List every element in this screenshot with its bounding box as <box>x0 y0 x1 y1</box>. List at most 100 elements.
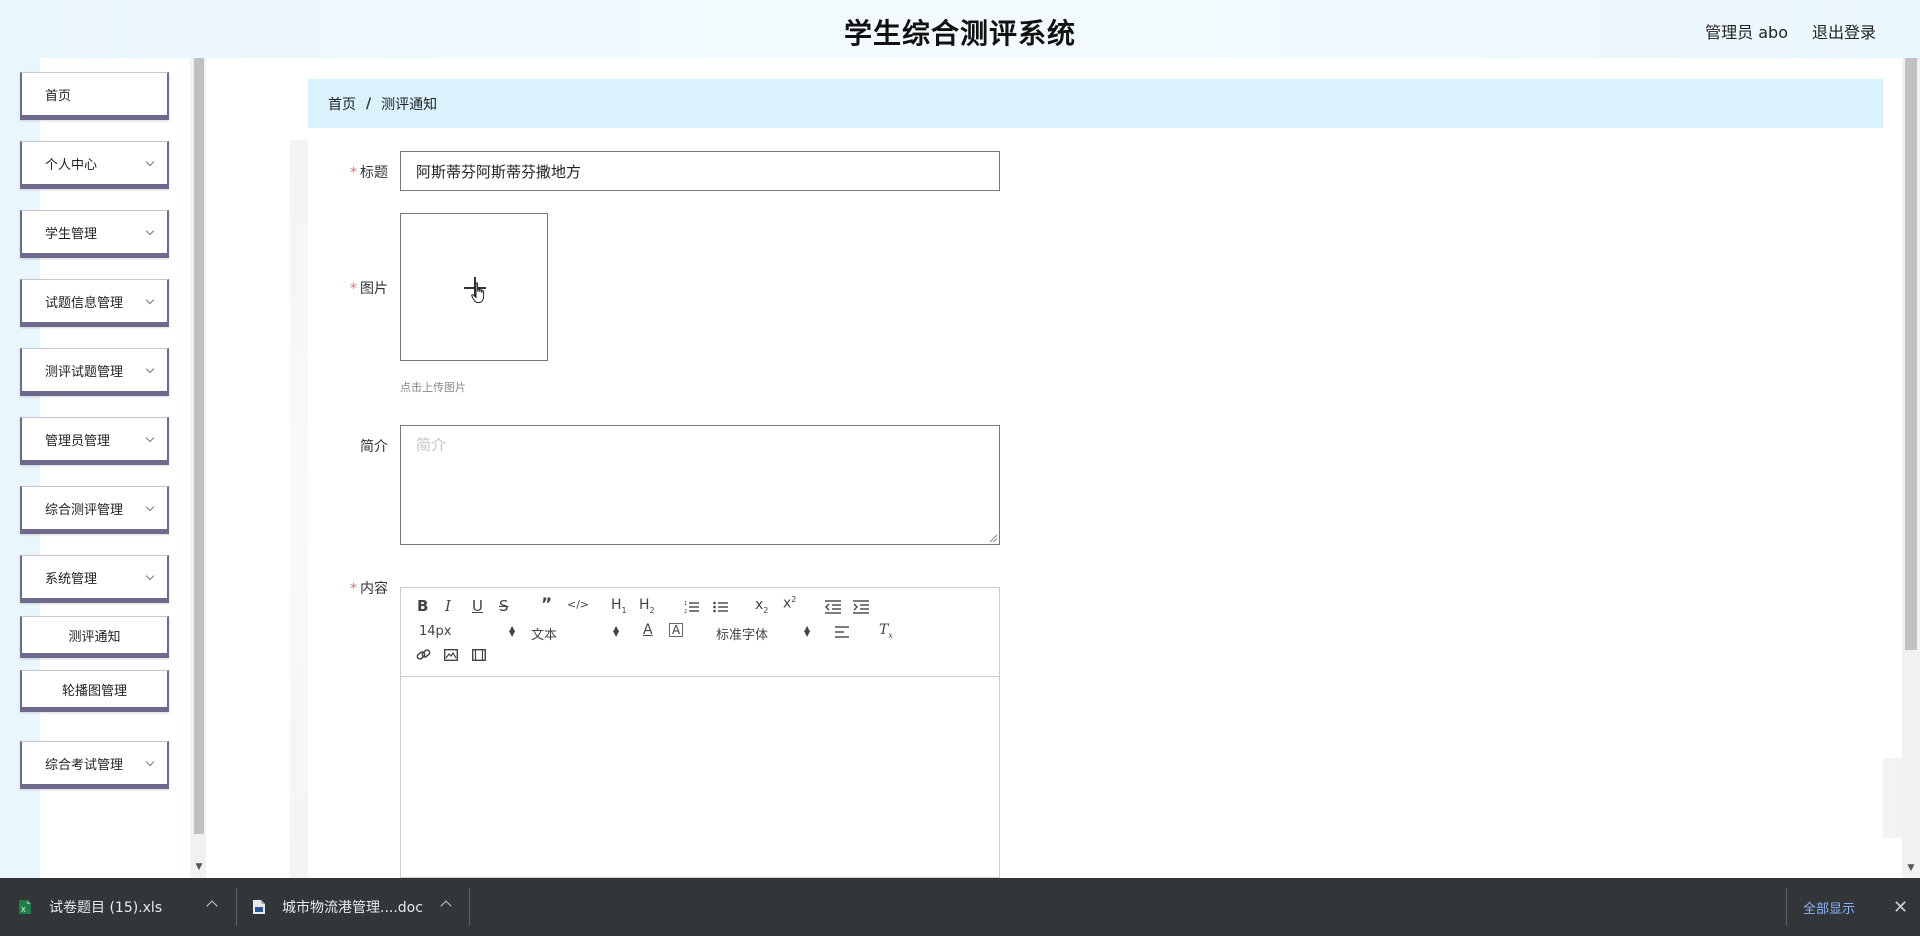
clear-format-icon[interactable]: Tx <box>879 622 893 640</box>
logout-link[interactable]: 退出登录 <box>1812 19 1876 43</box>
font-family-select[interactable]: 标准字体 ▲ ▼ <box>716 624 816 644</box>
intro-label: 简介 <box>308 436 388 456</box>
italic-icon[interactable]: I <box>445 597 451 615</box>
header-select-value: 文本 <box>531 628 558 643</box>
download-divider <box>1786 888 1787 926</box>
sidebar-item-evaluation-question-management[interactable]: 测评试题管理 <box>20 348 169 396</box>
header-select[interactable]: 文本 ▲ ▼ <box>531 624 621 644</box>
image-icon[interactable] <box>444 649 458 661</box>
chevron-down-icon <box>145 502 155 512</box>
editor-content-area[interactable] <box>401 677 999 877</box>
font-color-icon[interactable]: A <box>643 622 653 638</box>
rich-text-editor: B I U S ” </> H1 H2 12 x2 x2 14px ▲ ▼ 文本… <box>400 587 1000 878</box>
title-label: * 标题 <box>308 162 388 182</box>
sidebar-item-label: 管理员管理 <box>45 433 111 449</box>
subscript-icon[interactable]: x2 <box>755 597 768 615</box>
title-input[interactable] <box>400 151 1000 191</box>
link-icon[interactable] <box>416 648 432 662</box>
scroll-down-arrow-icon[interactable]: ▼ <box>1905 863 1917 873</box>
blockquote-icon[interactable]: ” <box>541 595 552 615</box>
chevron-down-icon <box>145 226 155 236</box>
font-size-select[interactable]: 14px ▲ ▼ <box>419 624 515 642</box>
sidebar-item-label: 测评通知 <box>68 629 121 645</box>
app-title: 学生综合测评系统 <box>843 17 1076 50</box>
chevron-up-icon[interactable] <box>440 900 452 912</box>
sidebar-item-label: 轮播图管理 <box>61 683 127 699</box>
download-file-name: 试卷题目 (15).xls <box>49 900 163 916</box>
image-label: * 图片 <box>308 278 388 298</box>
sidebar-item-label: 学生管理 <box>45 226 98 242</box>
sidebar-item-system-management[interactable]: 系统管理 <box>20 555 169 603</box>
sidebar-item-admin-management[interactable]: 管理员管理 <box>20 417 169 465</box>
sidebar-item-home[interactable]: 首页 <box>20 72 169 120</box>
breadcrumb-current: 测评通知 <box>381 96 438 113</box>
image-upload-box[interactable] <box>400 213 548 361</box>
chevron-up-icon[interactable] <box>206 900 218 912</box>
outdent-icon[interactable] <box>825 600 841 614</box>
font-family-value: 标准字体 <box>716 628 769 643</box>
bold-icon[interactable]: B <box>417 597 428 615</box>
svg-text:2: 2 <box>684 609 687 614</box>
sidebar-item-comprehensive-evaluation-management[interactable]: 综合测评管理 <box>20 486 169 534</box>
sidebar-scrollbar-thumb[interactable] <box>194 58 204 834</box>
page-scrollbar-thumb[interactable] <box>1905 58 1917 650</box>
superscript-icon[interactable]: x2 <box>783 595 796 612</box>
chevron-down-icon <box>145 571 155 581</box>
sidebar-item-student-management[interactable]: 学生管理 <box>20 210 169 258</box>
sidebar-item-label: 首页 <box>45 88 72 104</box>
select-arrow-icon: ▲ ▼ <box>804 624 811 638</box>
heading-2-icon[interactable]: H2 <box>639 597 655 615</box>
align-left-icon[interactable] <box>835 626 849 638</box>
bullet-list-icon[interactable] <box>713 600 729 614</box>
underline-icon[interactable]: U <box>472 597 483 615</box>
ordered-list-icon[interactable]: 12 <box>684 600 700 614</box>
font-size-value: 14px <box>419 624 452 639</box>
sidebar-subitem-carousel-management[interactable]: 轮播图管理 <box>20 670 169 712</box>
required-mark: * <box>350 165 357 181</box>
breadcrumb: 首页 / 测评通知 <box>308 79 1883 128</box>
required-mark: * <box>350 581 357 597</box>
sidebar-subitem-evaluation-notice[interactable]: 测评通知 <box>20 616 169 658</box>
intro-label-text: 简介 <box>360 439 388 455</box>
code-block-icon[interactable]: </> <box>567 598 589 611</box>
required-mark: * <box>350 281 357 297</box>
breadcrumb-home[interactable]: 首页 <box>328 94 356 114</box>
close-icon[interactable]: ✕ <box>1893 897 1908 918</box>
current-user-label: 管理员 abo <box>1705 23 1788 42</box>
content-label-text: 内容 <box>360 581 388 597</box>
chevron-down-icon <box>145 433 155 443</box>
sidebar-item-question-info-management[interactable]: 试题信息管理 <box>20 279 169 327</box>
video-icon[interactable] <box>472 649 486 661</box>
content-label: * 内容 <box>308 578 388 598</box>
hand-pointer-cursor-icon <box>471 282 485 303</box>
sidebar-item-personal-center[interactable]: 个人中心 <box>20 141 169 189</box>
heading-1-icon[interactable]: H1 <box>611 597 627 615</box>
strikethrough-icon[interactable]: S <box>499 597 509 615</box>
download-bar: X 试卷题目 (15).xls 城市物流港管理....doc 全部显示 ✕ <box>0 878 1920 936</box>
download-file-name: 城市物流港管理....doc <box>282 900 423 916</box>
svg-text:X: X <box>21 906 26 914</box>
chevron-down-icon <box>145 757 155 767</box>
background-decoration <box>1883 758 1902 838</box>
download-divider <box>469 888 470 926</box>
intro-textarea[interactable] <box>400 425 1000 545</box>
download-item[interactable]: X 试卷题目 (15).xls <box>18 878 162 936</box>
sidebar-item-label: 个人中心 <box>45 157 98 173</box>
title-label-text: 标题 <box>360 165 388 181</box>
sidebar-item-label: 试题信息管理 <box>45 295 124 311</box>
sidebar-item-comprehensive-exam-management[interactable]: 综合考试管理 <box>20 741 169 789</box>
download-item[interactable]: 城市物流港管理....doc <box>252 878 423 936</box>
background-color-icon[interactable]: A <box>669 623 684 637</box>
user-area: 管理员 abo 退出登录 <box>1705 19 1876 43</box>
select-arrow-icon: ▲ ▼ <box>613 624 620 638</box>
resize-grip-icon[interactable] <box>989 534 998 543</box>
svg-text:1: 1 <box>684 601 687 607</box>
indent-icon[interactable] <box>853 600 869 614</box>
breadcrumb-separator: / <box>366 95 372 112</box>
editor-toolbar: B I U S ” </> H1 H2 12 x2 x2 14px ▲ ▼ 文本… <box>401 588 999 677</box>
chevron-down-icon <box>145 157 155 167</box>
show-all-button[interactable]: 全部显示 <box>1803 878 1855 936</box>
select-arrow-icon: ▲ ▼ <box>509 624 516 638</box>
chevron-down-icon <box>145 364 155 374</box>
scroll-down-arrow-icon[interactable]: ▼ <box>194 862 204 872</box>
